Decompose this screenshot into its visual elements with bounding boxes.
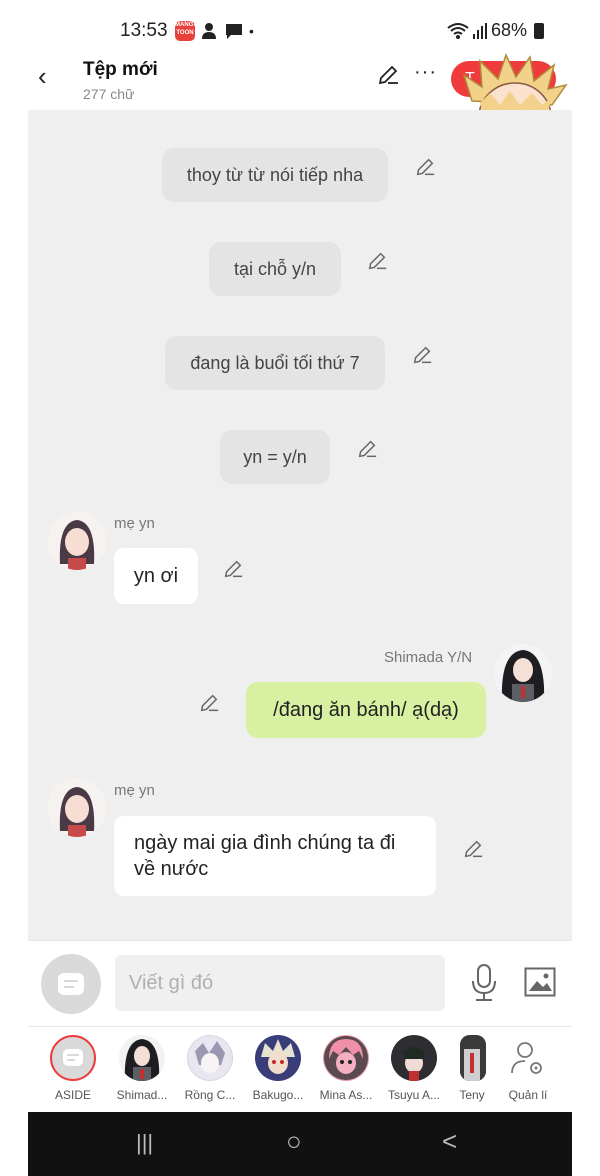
avatar[interactable]: [494, 644, 552, 702]
person-icon: [202, 23, 216, 39]
nav-back-icon[interactable]: <: [442, 1126, 457, 1157]
character-name: Quản lí: [508, 1088, 548, 1102]
message-bubble[interactable]: /đang ăn bánh/ ạ(dạ): [246, 682, 486, 738]
aside-avatar: [50, 1035, 96, 1081]
chat-area[interactable]: thoy từ từ nói tiếp nha tại chỗ y/n đang…: [28, 110, 572, 940]
sender-name: Shimada Y/N: [384, 649, 473, 666]
pencil-icon[interactable]: [366, 250, 388, 272]
character-avatar: [119, 1035, 165, 1081]
narration-bubble[interactable]: đang là buổi tối thứ 7: [165, 336, 385, 390]
narration-bubble[interactable]: thoy từ từ nói tiếp nha: [162, 148, 388, 202]
status-time: 13:53: [120, 20, 168, 41]
character-name: Bakugo...: [252, 1088, 304, 1102]
pencil-icon[interactable]: [411, 344, 433, 366]
character-item-shimada[interactable]: Shimad...: [110, 1035, 174, 1102]
status-notifications: MANGA TOON •: [175, 21, 254, 41]
narration-icon: [58, 973, 84, 995]
character-item-bakugo[interactable]: Bakugo...: [246, 1035, 310, 1102]
chat-notification-icon: [226, 24, 242, 39]
mom-avatar-icon: [48, 512, 106, 570]
dot-icon: •: [249, 23, 254, 39]
shimada-avatar-icon: [124, 1039, 160, 1081]
character-name: Mina As...: [319, 1088, 373, 1102]
recents-icon[interactable]: |||: [136, 1130, 153, 1156]
sender-name: mẹ yn: [114, 515, 155, 532]
status-right: 68%: [447, 20, 545, 41]
mom-avatar-icon: [48, 779, 106, 837]
narration-icon: [63, 1049, 83, 1066]
teny-avatar-icon: [460, 1035, 486, 1081]
character-item-rong[interactable]: Rồng C...: [178, 1035, 242, 1102]
status-bar: 13:53 MANGA TOON • 68%: [0, 0, 600, 60]
bakugo-avatar-icon: [256, 1036, 300, 1080]
pencil-icon[interactable]: [462, 838, 484, 860]
shimada-avatar-icon: [494, 644, 552, 702]
narration-bubble[interactable]: tại chỗ y/n: [209, 242, 341, 296]
message-bubble[interactable]: ngày mai gia đình chúng ta đi về nước: [114, 816, 436, 896]
back-arrow-icon[interactable]: ‹: [38, 63, 47, 89]
character-item-aside[interactable]: ASIDE: [41, 1035, 105, 1102]
character-name: Tsuyu A...: [387, 1088, 441, 1102]
wifi-icon: [447, 22, 469, 39]
app-badge-icon: MANGA TOON: [175, 21, 198, 41]
character-avatar: [460, 1035, 486, 1081]
character-name: Shimad...: [116, 1088, 168, 1102]
page-title: Tệp mới: [83, 59, 158, 80]
character-name: Teny: [459, 1088, 485, 1102]
manage-avatar: [505, 1035, 551, 1081]
character-item-manage[interactable]: Quản lí: [496, 1035, 560, 1102]
aside-toggle-button[interactable]: [41, 954, 101, 1014]
sender-name: mẹ yn: [114, 782, 155, 799]
pencil-icon[interactable]: [414, 156, 436, 178]
battery-percent: 68%: [491, 20, 528, 40]
avatar[interactable]: [48, 512, 106, 570]
android-nav-bar: ||| ○ <: [28, 1112, 572, 1176]
character-name: ASIDE: [54, 1088, 91, 1102]
word-count: 277 chữ: [83, 86, 135, 102]
message-input[interactable]: Viết gì đó: [115, 955, 445, 1011]
tsuyu-avatar-icon: [392, 1036, 436, 1081]
narration-bubble[interactable]: yn = y/n: [220, 430, 330, 484]
home-icon[interactable]: ○: [286, 1126, 302, 1157]
character-avatar: [391, 1035, 437, 1081]
character-avatar: [323, 1035, 369, 1081]
more-icon[interactable]: ···: [414, 61, 437, 84]
character-bar: ASIDE Shimad... Rồng C... Bakugo... Mina…: [28, 1026, 572, 1113]
image-icon[interactable]: [524, 967, 556, 997]
character-item-tsuyu[interactable]: Tsuyu A...: [382, 1035, 446, 1102]
battery-icon: [534, 22, 545, 39]
character-item-mina[interactable]: Mina As...: [314, 1035, 378, 1102]
character-avatar: [255, 1035, 301, 1081]
signal-icon: [473, 22, 487, 39]
avatar[interactable]: [48, 779, 106, 837]
message-bubble[interactable]: yn ơi: [114, 548, 198, 604]
message-input-bar: Viết gì đó: [28, 940, 572, 1027]
settings-user-icon: [511, 1042, 542, 1074]
pencil-icon[interactable]: [198, 692, 220, 714]
character-name: Rồng C...: [184, 1088, 236, 1102]
mina-avatar-icon: [324, 1036, 368, 1080]
pencil-icon[interactable]: [356, 438, 378, 460]
character-avatar: [187, 1035, 233, 1081]
editor-header: ‹ Tệp mới 277 chữ ··· T: [28, 53, 572, 152]
message-line: ngày mai gia đình chúng ta đi: [134, 832, 396, 854]
pencil-icon[interactable]: [222, 558, 244, 580]
character-item-teny[interactable]: Teny: [440, 1035, 504, 1102]
pencil-icon[interactable]: [376, 63, 400, 87]
message-line: về nước: [134, 858, 209, 880]
rong-avatar-icon: [188, 1036, 232, 1080]
mic-icon[interactable]: [470, 963, 498, 1003]
